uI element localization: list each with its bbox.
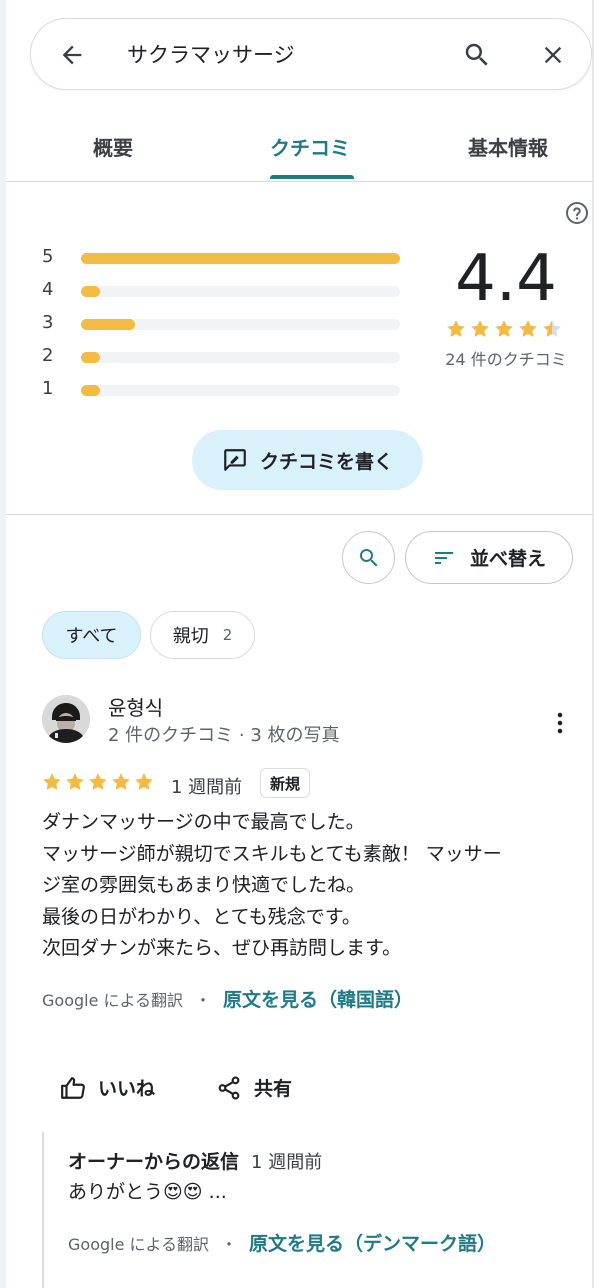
owner-reply-title: オーナーからの返信 xyxy=(68,1151,240,1173)
more-options-button[interactable] xyxy=(548,709,572,737)
more-vert-icon xyxy=(557,712,563,734)
review-stars xyxy=(43,773,153,790)
star-icon xyxy=(43,773,61,790)
rating-row-1: 1 xyxy=(42,378,402,400)
arrow-left-icon xyxy=(62,45,82,65)
review-author[interactable]: 윤형식 xyxy=(108,692,163,721)
owner-reply-date: 1 週間前 xyxy=(251,1152,323,1173)
star-icon xyxy=(471,320,489,337)
new-badge: 新規 xyxy=(260,768,311,798)
translation-note: Google による翻訳 ・ 原文を見る（韓国語） xyxy=(42,985,413,1012)
translated-by-label: Google による翻訳 xyxy=(68,1234,210,1254)
sort-icon xyxy=(434,551,453,564)
write-review-button[interactable]: クチコミを書く xyxy=(192,430,423,490)
rating-row-label: 3 xyxy=(42,312,54,333)
review-text-line: ダナンマッサージの中で最高でした。 xyxy=(42,811,365,833)
chip-kind-count: 2 xyxy=(222,626,233,644)
star-icon xyxy=(66,773,84,790)
share-icon xyxy=(218,1076,240,1099)
section-divider xyxy=(6,514,594,515)
rating-bar-track xyxy=(81,385,400,396)
chip-all[interactable]: すべて xyxy=(42,611,141,659)
rating-bar-track xyxy=(81,286,400,297)
rating-row-label: 1 xyxy=(42,378,54,399)
review-date: 1 週間前 xyxy=(171,777,243,798)
sort-label: 並べ替え xyxy=(469,548,546,570)
close-icon xyxy=(544,46,562,64)
translated-by-label: Google による翻訳 xyxy=(42,990,184,1010)
chip-kind-label: 親切 xyxy=(172,626,209,647)
rating-bar-fill xyxy=(81,253,400,264)
see-original-link[interactable]: 原文を見る（韓国語） xyxy=(223,985,413,1012)
user-avatar-icon xyxy=(42,695,90,743)
share-button[interactable]: 共有 xyxy=(216,1074,292,1101)
rating-bar-fill xyxy=(81,352,101,363)
star-icon xyxy=(495,320,513,337)
rating-row-4: 4 xyxy=(42,279,402,301)
owner-reply-text: ありがとう😍😍 ... xyxy=(68,1181,227,1203)
star-icon xyxy=(135,773,153,790)
separator-dot: ・ xyxy=(195,990,212,1010)
close-button[interactable] xyxy=(535,37,571,73)
owner-translation-note: Google による翻訳 ・ 原文を見る（デンマーク語） xyxy=(68,1229,496,1256)
help-icon xyxy=(566,202,588,224)
rating-row-3: 3 xyxy=(42,312,402,334)
search-icon xyxy=(359,548,377,566)
rating-bar-track xyxy=(81,253,400,264)
rating-bar-track xyxy=(81,352,400,363)
like-label: いいね xyxy=(98,1078,156,1100)
star-icon xyxy=(447,320,465,337)
tab-about[interactable]: 基本情報 xyxy=(468,132,548,161)
rating-bar-fill xyxy=(81,385,101,396)
avatar[interactable] xyxy=(42,695,90,743)
rating-row-label: 2 xyxy=(42,345,54,366)
tab-overview[interactable]: 概要 xyxy=(93,132,133,161)
rating-bar-fill xyxy=(81,286,101,297)
review-author-meta: 2 件のクチコミ · 3 枚の写真 xyxy=(108,725,340,746)
review-count: 24 件のクチコミ xyxy=(445,350,567,369)
separator-dot: ・ xyxy=(221,1234,238,1254)
rating-row-label: 4 xyxy=(42,279,54,300)
rating-row-2: 2 xyxy=(42,345,402,367)
search-icon xyxy=(465,43,488,66)
see-original-link[interactable]: 原文を見る（デンマーク語） xyxy=(249,1229,496,1256)
rating-bar-track xyxy=(81,319,400,330)
star-icon xyxy=(519,320,537,337)
review-text-line: マッサージ師が親切でスキルもとても素敵！ マッサー xyxy=(42,842,502,865)
help-button[interactable] xyxy=(565,201,589,225)
review-text-line: 最後の日がわかり、とても残念です。 xyxy=(42,905,361,928)
search-query-text[interactable]: サクラマッサージ xyxy=(127,39,295,69)
share-label: 共有 xyxy=(254,1078,293,1100)
owner-reply-header: オーナーからの返信 1 週間前 xyxy=(68,1147,322,1174)
tab-bar: 概要 クチコミ 基本情報 xyxy=(6,110,594,182)
write-review-label: クチコミを書く xyxy=(259,450,393,473)
chip-kind[interactable]: 親切 2 xyxy=(150,611,255,659)
back-button[interactable] xyxy=(53,37,91,73)
rating-row-label: 5 xyxy=(42,246,54,267)
left-edge-strip xyxy=(0,0,6,1288)
half-star-icon xyxy=(543,320,561,337)
search-button[interactable] xyxy=(459,37,495,73)
owner-reply-rule xyxy=(42,1132,44,1288)
search-bar[interactable]: サクラマッサージ xyxy=(30,18,592,90)
like-button[interactable]: いいね xyxy=(60,1074,155,1101)
write-review-icon xyxy=(224,449,246,471)
active-tab-indicator xyxy=(270,175,354,179)
tab-reviews[interactable]: クチコミ xyxy=(270,132,350,161)
average-stars xyxy=(447,320,561,337)
star-icon xyxy=(89,773,107,790)
rating-bar-fill xyxy=(81,319,136,330)
rating-row-5: 5 xyxy=(42,246,402,268)
star-icon xyxy=(112,773,130,790)
review-text-line: 次回ダナンが来たら、ぜひ再訪問します。 xyxy=(42,937,402,959)
sort-button[interactable]: 並べ替え xyxy=(405,531,573,584)
review-text-line: ジ室の雰囲気もあまり快適でしたね。 xyxy=(42,874,366,896)
thumb-up-icon xyxy=(61,1076,85,1099)
search-reviews-button[interactable] xyxy=(342,531,395,584)
chip-all-label: すべて xyxy=(65,626,118,647)
average-rating: 4.4 xyxy=(455,242,557,316)
review-text: ダナンマッサージの中で最高でした。 マッサージ師が親切でスキルもとても素敵！ マ… xyxy=(42,807,562,965)
